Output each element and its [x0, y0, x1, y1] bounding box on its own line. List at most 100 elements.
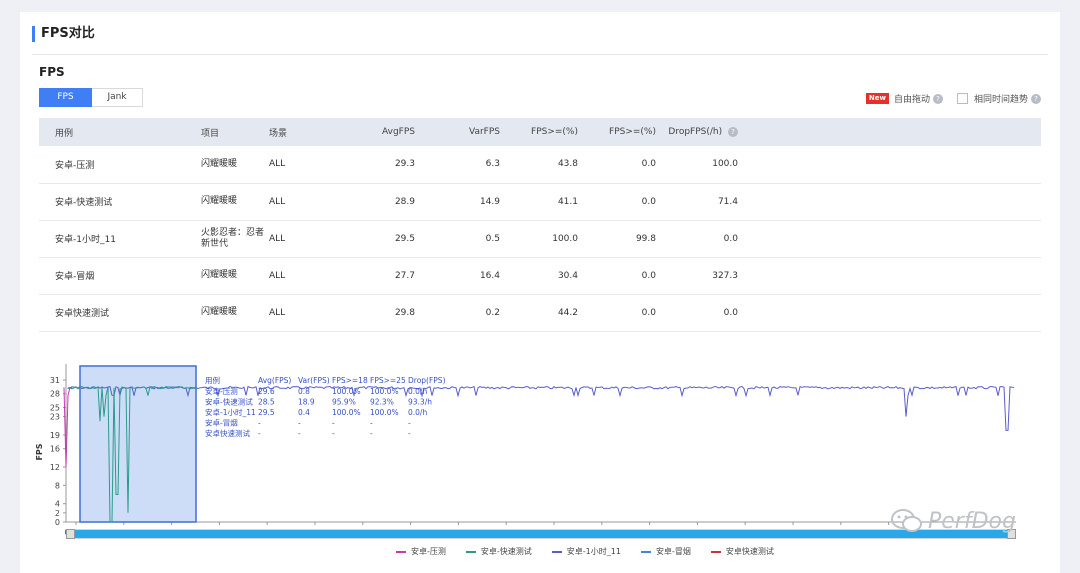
range-scrollbar[interactable]: [66, 529, 1016, 539]
col-fps-ge-2[interactable]: FPS>=(%): [578, 118, 656, 146]
cell-dropfps: 100.0: [712, 159, 738, 170]
table-header-row: 用例 项目 场景 AvgFPS VarFPS FPS>=(%) FPS>=(%)…: [39, 118, 1041, 146]
table-row: 安卓-冒烟 闪耀暖暖 ALL 27.7 16.4 30.4 0.0 327.3: [39, 257, 1041, 294]
cell-spacer: [738, 183, 1041, 220]
cell-fps-ge-2: 0.0: [641, 270, 656, 281]
wechat-icon: [891, 509, 922, 532]
cell-avgfps: 29.5: [394, 233, 415, 244]
legend-item[interactable]: 安卓-冒烟: [640, 546, 691, 557]
tooltip-cell: 安卓-快速测试: [205, 397, 253, 407]
table-row: 安卓-压测 闪耀暖暖 ALL 29.3 6.3 43.8 0.0 100.0: [39, 146, 1041, 183]
legend-label: 安卓-冒烟: [655, 547, 691, 556]
cell-dropfps: 327.3: [712, 270, 738, 281]
cell-dropfps: 0.0: [723, 233, 738, 244]
tooltip-cell: 0.0/h: [408, 387, 427, 396]
legend-item[interactable]: 安卓快速测试: [710, 546, 774, 557]
section-title: FPS对比: [32, 26, 95, 42]
tooltip-cell: 100.0%: [370, 408, 399, 417]
tooltip-cell: -: [408, 429, 411, 438]
tooltip-cell: 28.5: [258, 398, 275, 407]
tab-fps[interactable]: FPS: [39, 88, 92, 107]
col-fps-ge-1[interactable]: FPS>=(%): [500, 118, 578, 146]
tab-jank[interactable]: Jank: [92, 88, 143, 107]
divider: [32, 54, 1048, 55]
cell-varfps: 6.3: [485, 159, 500, 170]
tooltip-cell: 95.9%: [332, 398, 356, 407]
series-line-stress: [63, 386, 73, 468]
new-badge: New: [865, 93, 889, 104]
tooltip-cell: 18.9: [298, 398, 315, 407]
cell-fps-ge-1: 30.4: [557, 270, 578, 281]
tooltip-header: FPS>=18: [332, 376, 368, 385]
same-time-trend-checkbox[interactable]: [956, 93, 968, 104]
tooltip-cell: 100.0%: [370, 387, 399, 396]
tooltip-header: Var(FPS): [298, 376, 330, 385]
cell-fps-ge-1: 43.8: [557, 159, 578, 170]
table-row: 安卓-快速测试 闪耀暖暖 ALL 28.9 14.9 41.1 0.0 71.4: [39, 183, 1041, 220]
tooltip-cell: 安卓-压测: [205, 386, 238, 396]
selection-box: [79, 365, 197, 523]
watermark-text: PerfDog: [928, 508, 1016, 534]
tooltip-cell: 0.0/h: [408, 408, 427, 417]
tooltip-cell: -: [258, 419, 261, 428]
help-icon[interactable]: ?: [932, 93, 943, 104]
cell-project: 闪耀暖暖: [201, 307, 238, 317]
cell-varfps: 14.9: [479, 196, 500, 207]
tooltip-cell: 29.6: [258, 387, 275, 396]
col-avgfps[interactable]: AvgFPS: [337, 118, 415, 146]
tooltip-cell: -: [370, 429, 373, 438]
cell-spacer: [738, 220, 1041, 257]
free-drag-label[interactable]: 自由拖动: [894, 92, 930, 105]
legend-item[interactable]: 安卓-快速测试: [465, 546, 532, 557]
cell-fps-ge-1: 44.2: [557, 307, 578, 318]
y-tick-label: 25: [50, 403, 60, 412]
col-case: 用例: [55, 128, 74, 139]
tooltip-cell: 安卓-冒烟: [205, 418, 238, 428]
tooltip-header: FPS>=25: [370, 376, 406, 385]
y-tick-label: 8: [55, 481, 60, 490]
legend-swatch: [640, 550, 651, 553]
legend-swatch: [551, 550, 562, 553]
tooltip-cell: -: [370, 419, 373, 428]
col-spacer: [738, 118, 1041, 146]
cell-varfps: 0.2: [485, 307, 500, 318]
tooltip-cell: -: [408, 419, 411, 428]
tab-group: FPS Jank: [39, 88, 143, 107]
tooltip-cell: 93.3/h: [408, 398, 432, 407]
cell-project: 闪耀暖暖: [201, 270, 238, 280]
col-varfps[interactable]: VarFPS: [415, 118, 500, 146]
legend-item[interactable]: 安卓-压测: [396, 546, 446, 557]
tooltip-cell: 0.4: [298, 408, 310, 417]
tooltip-cell: -: [298, 429, 301, 438]
legend-item[interactable]: 安卓-1小时_11: [551, 546, 621, 557]
y-tick-label: 12: [50, 463, 60, 472]
cell-spacer: [738, 257, 1041, 294]
cell-dropfps: 71.4: [717, 196, 738, 207]
chart-legend: 安卓-压测 安卓-快速测试 安卓-1小时_11 安卓-冒烟 安卓快速测试: [396, 546, 794, 557]
tooltip-header: 用例: [205, 375, 220, 385]
cell-varfps: 16.4: [479, 270, 500, 281]
cell-avgfps: 27.7: [394, 270, 415, 281]
legend-label: 安卓快速测试: [725, 547, 774, 556]
sub-title: FPS: [39, 65, 65, 79]
tooltip-cell: 100.0%: [332, 408, 361, 417]
tooltip-cell: -: [332, 429, 335, 438]
tooltip-cell: -: [298, 419, 301, 428]
tooltip-cell: 29.5: [258, 408, 275, 417]
help-icon[interactable]: ?: [1031, 93, 1041, 104]
help-icon[interactable]: ?: [728, 127, 738, 137]
tooltip-cell: 0.8: [298, 387, 310, 396]
col-project: 项目: [201, 128, 220, 139]
cell-scene: ALL: [269, 307, 286, 318]
chart-controls: New 自由拖动 ? 相同时间趋势 ?: [865, 92, 1041, 105]
cell-fps-ge-2: 0.0: [641, 196, 656, 207]
cell-fps-ge-2: 0.0: [641, 159, 656, 170]
cell-dropfps: 0.0: [723, 307, 738, 318]
legend-swatch: [465, 550, 476, 553]
range-handle-left[interactable]: [66, 529, 75, 539]
y-tick-label: 16: [50, 445, 60, 454]
cell-project: 闪耀暖暖: [201, 196, 238, 206]
col-dropfps[interactable]: DropFPS(/h) ?: [656, 118, 738, 146]
fps-compare-card: FPS对比 FPS FPS Jank New 自由拖动 ? 相同时间趋势 ? 用…: [20, 12, 1060, 573]
cell-case: 安卓快速测试: [55, 309, 110, 319]
